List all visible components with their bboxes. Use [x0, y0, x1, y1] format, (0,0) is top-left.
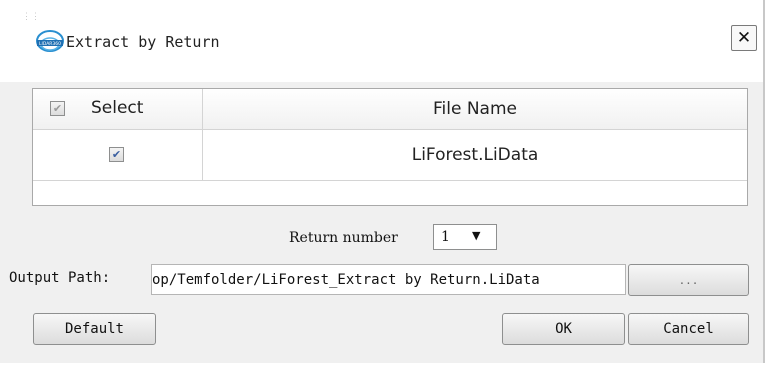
check-icon: ✔ — [52, 102, 63, 115]
svg-text:LIDAR360: LIDAR360 — [39, 41, 61, 47]
check-icon: ✔ — [111, 148, 122, 161]
output-path-label: Output Path: — [9, 270, 111, 286]
row-checkbox[interactable]: ✔ — [109, 147, 124, 162]
column-header-file-name-label: File Name — [432, 99, 517, 119]
column-header-select[interactable]: ✔ Select — [33, 89, 203, 129]
grip-icon: ⋮⋮ — [22, 12, 40, 22]
return-number-value: 1 — [441, 229, 450, 245]
ok-button[interactable]: OK — [502, 313, 625, 345]
row-select-cell: ✔ — [33, 130, 203, 180]
cancel-button-label: Cancel — [663, 321, 714, 337]
column-header-select-label: Select — [91, 98, 144, 118]
return-number-label: Return number — [289, 230, 398, 246]
output-path-input[interactable] — [151, 264, 626, 295]
browse-button-label: ... — [678, 273, 699, 287]
close-icon: ✕ — [736, 28, 752, 48]
default-button[interactable]: Default — [33, 313, 156, 345]
title-bar: ⋮⋮ LIDAR360 Extract by Return ✕ — [0, 0, 763, 82]
select-all-checkbox[interactable]: ✔ — [50, 101, 65, 116]
default-button-label: Default — [64, 321, 124, 337]
liforest-logo-icon: LIDAR360 — [36, 30, 64, 52]
table-row[interactable]: ✔ LiForest.LiData — [33, 130, 747, 181]
return-number-select[interactable]: 1 ▼ — [433, 224, 497, 250]
ok-button-label: OK — [555, 321, 572, 337]
row-file-name-cell: LiForest.LiData — [203, 130, 747, 180]
browse-button[interactable]: ... — [628, 264, 749, 296]
row-file-name: LiForest.LiData — [411, 145, 539, 165]
table-header: ✔ Select File Name — [33, 89, 747, 130]
cancel-button[interactable]: Cancel — [628, 313, 749, 345]
chevron-down-icon: ▼ — [472, 229, 481, 242]
file-table: ✔ Select File Name ✔ LiForest.LiData — [32, 88, 748, 206]
close-button[interactable]: ✕ — [731, 25, 757, 51]
extract-by-return-dialog: ⋮⋮ LIDAR360 Extract by Return ✕ ✔ Select… — [0, 0, 765, 363]
dialog-title: Extract by Return — [66, 33, 220, 51]
column-header-file-name[interactable]: File Name — [203, 89, 747, 129]
